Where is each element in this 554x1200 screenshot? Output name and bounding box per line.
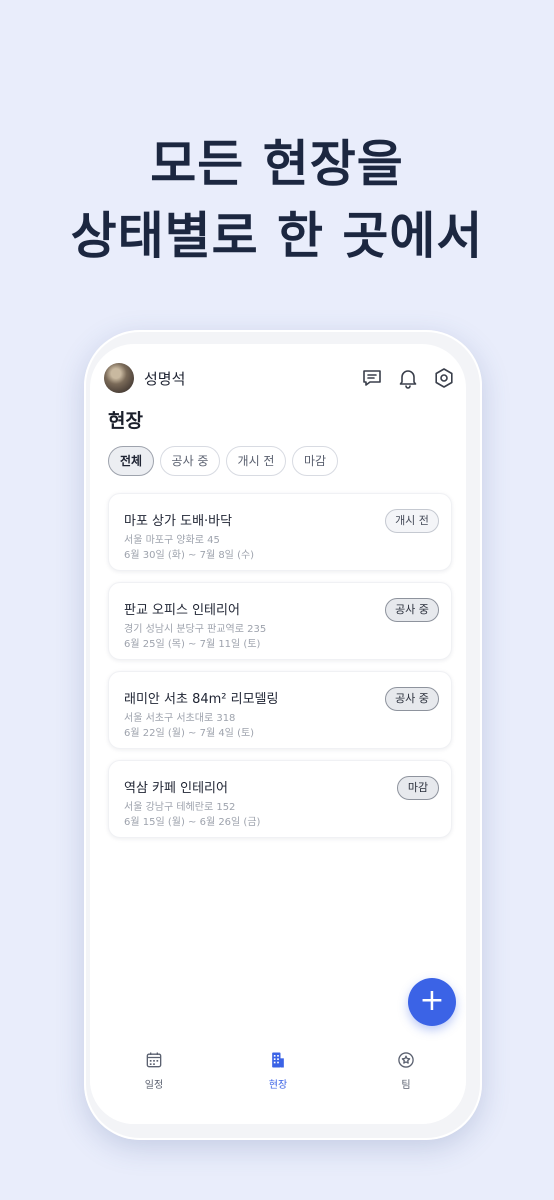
settings-icon[interactable] (432, 366, 456, 390)
status-badge: 공사 중 (385, 598, 439, 622)
page-title: 현장 (108, 410, 143, 432)
message-icon[interactable] (360, 366, 384, 390)
site-dates: 6월 15일 (월) ~ 6월 26일 (금) (124, 817, 261, 828)
calendar-icon (114, 1050, 194, 1070)
site-address: 서울 마포구 양화로 45 (124, 535, 220, 546)
nav-label-sites: 현장 (268, 1080, 288, 1091)
status-badge: 개시 전 (385, 509, 439, 533)
bell-icon[interactable] (396, 366, 420, 390)
site-address: 서울 서초구 서초대로 318 (124, 713, 236, 724)
site-card[interactable]: 마포 상가 도배·바닥 서울 마포구 양화로 45 6월 30일 (화) ~ 7… (108, 493, 452, 571)
site-title: 판교 오피스 인테리어 (124, 603, 240, 618)
site-card[interactable]: 역삼 카페 인테리어 서울 강남구 테헤란로 152 6월 15일 (월) ~ … (108, 760, 452, 838)
headline-line-1: 모든 현장을 (150, 135, 404, 193)
site-dates: 6월 30일 (화) ~ 7월 8일 (수) (124, 550, 255, 561)
marketing-headline: 모든 현장을 상태별로 한 곳에서 (0, 128, 554, 272)
add-site-button[interactable]: + (408, 978, 456, 1026)
nav-item-team[interactable]: 팀 (366, 1050, 446, 1091)
status-badge: 공사 중 (385, 687, 439, 711)
filter-chip-not-started[interactable]: 개시 전 (226, 446, 286, 476)
bottom-nav: 일정 현장 팀 (90, 1044, 466, 1124)
nav-label-schedule: 일정 (144, 1080, 164, 1091)
site-card[interactable]: 판교 오피스 인테리어 경기 성남시 분당구 판교역로 235 6월 25일 (… (108, 582, 452, 660)
status-badge: 마감 (397, 776, 439, 800)
avatar[interactable] (104, 363, 134, 393)
filter-chip-closed[interactable]: 마감 (292, 446, 338, 476)
site-title: 마포 상가 도배·바닥 (124, 514, 233, 529)
nav-item-schedule[interactable]: 일정 (114, 1050, 194, 1091)
site-dates: 6월 25일 (목) ~ 7월 11일 (토) (124, 639, 261, 650)
filter-chip-all[interactable]: 전체 (108, 446, 154, 476)
app-screen: 성명석 현장 전체 공사 중 개시 전 마감 마포 상가 도배·바닥 서울 마포… (90, 344, 466, 1124)
site-dates: 6월 22일 (월) ~ 7월 4일 (토) (124, 728, 255, 739)
headline-line-2: 상태별로 한 곳에서 (70, 207, 484, 265)
site-address: 경기 성남시 분당구 판교역로 235 (124, 624, 267, 635)
top-bar: 성명석 (104, 362, 454, 394)
building-icon (238, 1050, 318, 1070)
username: 성명석 (144, 370, 186, 388)
plus-icon: + (419, 983, 445, 1018)
site-address: 서울 강남구 테헤란로 152 (124, 802, 236, 813)
nav-item-sites[interactable]: 현장 (238, 1050, 318, 1091)
site-title: 래미안 서초 84m² 리모델링 (124, 692, 279, 707)
filter-chip-in-progress[interactable]: 공사 중 (160, 446, 220, 476)
site-title: 역삼 카페 인테리어 (124, 781, 228, 796)
nav-label-team: 팀 (401, 1080, 411, 1091)
site-card[interactable]: 래미안 서초 84m² 리모델링 서울 서초구 서초대로 318 6월 22일 … (108, 671, 452, 749)
badge-icon (366, 1050, 446, 1070)
